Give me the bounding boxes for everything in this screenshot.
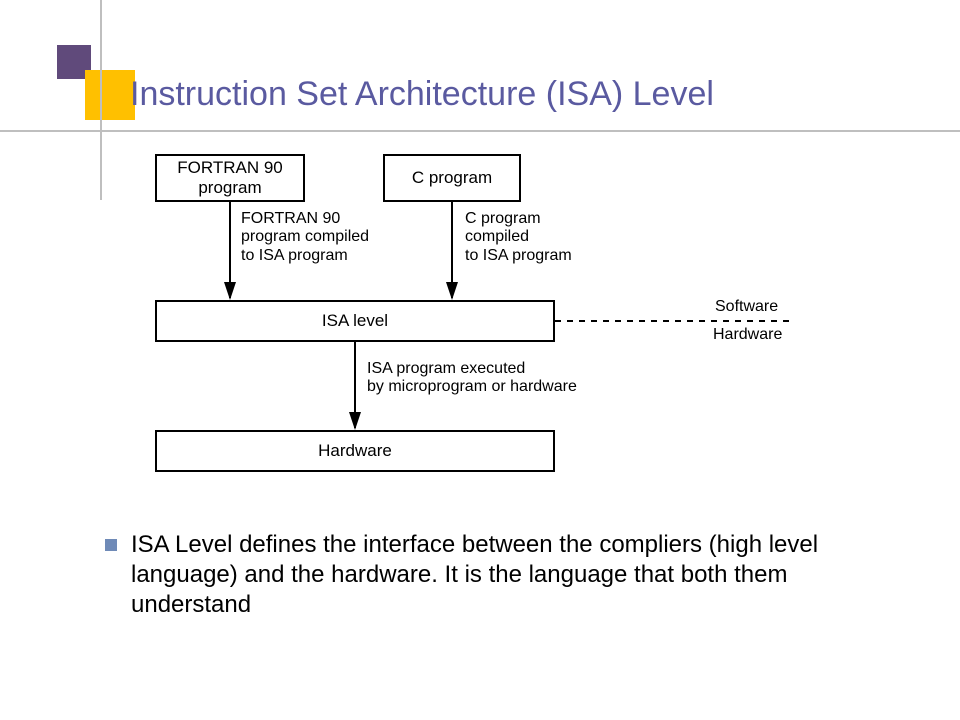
label-software: Software bbox=[715, 298, 778, 316]
page-title: Instruction Set Architecture (ISA) Level bbox=[130, 75, 714, 114]
decor-vertical-line bbox=[100, 0, 102, 200]
isa-diagram: FORTRAN 90program C program ISA level Ha… bbox=[155, 150, 875, 490]
bullet-marker-icon bbox=[105, 539, 117, 551]
box-hardware: Hardware bbox=[155, 430, 555, 472]
box-fortran-program: FORTRAN 90program bbox=[155, 154, 305, 202]
box-isa-level: ISA level bbox=[155, 300, 555, 342]
label-fortran-compiled: FORTRAN 90program compiledto ISA program bbox=[241, 210, 369, 265]
box-c-program: C program bbox=[383, 154, 521, 202]
label-isa-executed: ISA program executedby microprogram or h… bbox=[367, 360, 577, 397]
bullet-item: ISA Level defines the interface between … bbox=[105, 530, 875, 620]
slide: Instruction Set Architecture (ISA) Level… bbox=[0, 0, 960, 720]
decor-horizontal-line bbox=[0, 130, 960, 132]
bullet-list: ISA Level defines the interface between … bbox=[105, 530, 875, 620]
bullet-text: ISA Level defines the interface between … bbox=[131, 530, 875, 620]
decor-square-yellow bbox=[85, 70, 135, 120]
label-hardware: Hardware bbox=[713, 326, 782, 344]
label-c-compiled: C programcompiledto ISA program bbox=[465, 210, 572, 265]
